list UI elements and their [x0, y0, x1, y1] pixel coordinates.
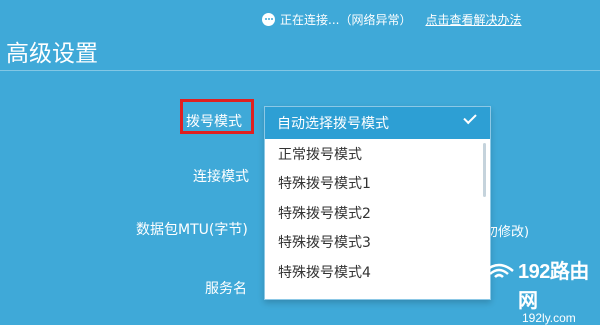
- solution-link[interactable]: 点击查看解决办法: [425, 11, 521, 28]
- watermark-logo: 192路由网: [518, 261, 589, 312]
- more-icon: [262, 12, 275, 26]
- page-title: 高级设置: [6, 41, 98, 67]
- watermark: 192路由网 192ly.com: [482, 255, 600, 325]
- dropdown-option[interactable]: 特殊拨号模式3: [265, 228, 490, 258]
- dropdown-option[interactable]: 特殊拨号模式2: [265, 198, 490, 228]
- selected-option-label: 自动选择拨号模式: [277, 116, 389, 132]
- connect-mode-label: 连接模式: [193, 169, 249, 185]
- check-icon: [463, 110, 477, 125]
- mtu-hint: 勿修改): [485, 225, 530, 240]
- dial-mode-dropdown[interactable]: 自动选择拨号模式 正常拨号模式 特殊拨号模式1 特殊拨号模式2 特殊拨号模式3 …: [264, 106, 491, 300]
- dropdown-option[interactable]: 正常拨号模式: [265, 139, 490, 169]
- watermark-url: 192ly.com: [522, 311, 576, 325]
- dropdown-option[interactable]: 特殊拨号模式4: [265, 257, 490, 287]
- dropdown-option[interactable]: 特殊拨号模式1: [265, 169, 490, 199]
- connection-status: 正在连接...（网络异常） 点击查看解决办法: [262, 10, 521, 28]
- wifi-icon: [484, 263, 514, 278]
- dropdown-selected-option[interactable]: 自动选择拨号模式: [265, 107, 490, 139]
- mtu-label: 数据包MTU(字节): [136, 222, 248, 238]
- dial-mode-label: 拨号模式: [180, 99, 254, 134]
- divider: [0, 70, 600, 71]
- highlight-box: [180, 99, 254, 134]
- service-name-label: 服务名: [205, 281, 247, 297]
- dropdown-scrollbar[interactable]: [483, 143, 486, 197]
- status-text: 正在连接...（网络异常）: [280, 12, 412, 27]
